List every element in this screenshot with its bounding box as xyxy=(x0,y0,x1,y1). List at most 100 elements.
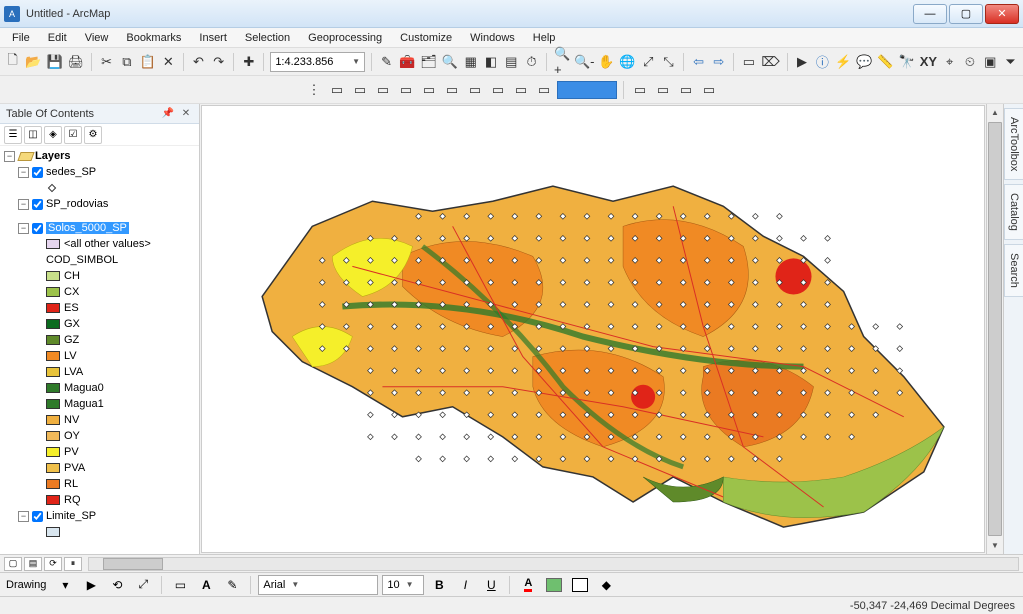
layer-solos-5000-sp[interactable]: − Solos_5000_SP xyxy=(0,220,199,236)
close-icon[interactable]: ✕ xyxy=(179,107,193,121)
collapse-icon[interactable]: − xyxy=(18,199,29,210)
editor-btn-6-icon[interactable]: ▭ xyxy=(442,80,462,100)
layer-symbol-point[interactable] xyxy=(0,180,199,196)
tab-search[interactable]: Search xyxy=(1004,244,1023,297)
fixed-zoom-in-icon[interactable]: ⤢ xyxy=(640,52,657,72)
hscroll-thumb[interactable] xyxy=(103,558,163,570)
legend-class-row[interactable]: LV xyxy=(0,348,199,364)
legend-class-row[interactable]: CX xyxy=(0,284,199,300)
search-icon[interactable]: 🔍 xyxy=(441,52,459,72)
layer-sedes-sp[interactable]: − sedes_SP xyxy=(0,164,199,180)
go-to-xy-icon[interactable]: ⌖ xyxy=(941,52,958,72)
html-popup-icon[interactable]: 💬 xyxy=(855,52,873,72)
legend-class-row[interactable]: RQ xyxy=(0,492,199,508)
font-size-combo[interactable]: 10 ▼ xyxy=(382,575,424,595)
legend-class-row[interactable]: Magua0 xyxy=(0,380,199,396)
toolbox-icon[interactable]: 🧰 xyxy=(398,52,416,72)
legend-class-row[interactable]: RL xyxy=(0,476,199,492)
editor-btn-2-icon[interactable]: ▭ xyxy=(350,80,370,100)
legend-class-row[interactable]: LVA xyxy=(0,364,199,380)
modelbuilder-icon[interactable]: ◧ xyxy=(482,52,499,72)
underline-icon[interactable]: U xyxy=(480,575,502,595)
copy-icon[interactable]: ⧉ xyxy=(118,52,135,72)
editor-btn-12-icon[interactable]: ▭ xyxy=(653,80,673,100)
font-color-icon[interactable]: A xyxy=(517,575,539,595)
pin-icon[interactable]: 📌 xyxy=(161,107,175,121)
menu-windows[interactable]: Windows xyxy=(462,30,523,46)
measure-icon[interactable]: 📏 xyxy=(876,52,894,72)
maximize-button[interactable]: ▢ xyxy=(949,4,983,24)
print-icon[interactable]: 🖨 xyxy=(67,52,86,72)
paste-icon[interactable]: 📋 xyxy=(139,52,157,72)
refresh-icon[interactable]: ⟳ xyxy=(44,557,62,571)
layer-sp-rodovias[interactable]: − SP_rodovias xyxy=(0,196,199,212)
editor-btn-13-icon[interactable]: ▭ xyxy=(676,80,696,100)
layer-checkbox[interactable] xyxy=(32,167,43,178)
legend-class-row[interactable]: PVA xyxy=(0,460,199,476)
collapse-icon[interactable]: − xyxy=(4,151,15,162)
time-slider-icon[interactable]: ⏱ xyxy=(523,52,540,72)
collapse-icon[interactable]: − xyxy=(18,167,29,178)
list-by-selection-icon[interactable]: ☑ xyxy=(64,126,82,144)
list-by-visibility-icon[interactable]: ◈ xyxy=(44,126,62,144)
viewer-icon[interactable]: ▣ xyxy=(982,52,999,72)
layer-checkbox[interactable] xyxy=(32,511,43,522)
legend-class-row[interactable]: NV xyxy=(0,412,199,428)
text-tool-icon[interactable]: A xyxy=(195,575,217,595)
editor-btn-14-icon[interactable]: ▭ xyxy=(699,80,719,100)
editor-toolbar-icon[interactable]: ✎ xyxy=(378,52,395,72)
editor-btn-7-icon[interactable]: ▭ xyxy=(465,80,485,100)
pause-drawing-icon[interactable]: ⏸ xyxy=(64,557,82,571)
next-extent-icon[interactable]: ⇨ xyxy=(710,52,727,72)
line-color-icon[interactable] xyxy=(569,575,591,595)
catalog-icon[interactable]: 🗂 xyxy=(419,52,438,72)
time-icon[interactable]: ⏲ xyxy=(961,52,978,72)
toc-tree[interactable]: − Layers − sedes_SP − SP_rodovias xyxy=(0,146,199,554)
legend-class-row[interactable]: GX xyxy=(0,316,199,332)
all-other-values-row[interactable]: <all other values> xyxy=(0,236,199,252)
zoom-to-selected-icon[interactable]: ⤢ xyxy=(132,575,154,595)
fixed-zoom-out-icon[interactable]: ⤡ xyxy=(660,52,677,72)
menu-insert[interactable]: Insert xyxy=(191,30,235,46)
full-extent-icon[interactable]: 🌐 xyxy=(618,52,636,72)
editor-btn-9-icon[interactable]: ▭ xyxy=(511,80,531,100)
scroll-up-icon[interactable]: ▲ xyxy=(987,104,1003,121)
legend-class-row[interactable]: ES xyxy=(0,300,199,316)
menu-help[interactable]: Help xyxy=(525,30,564,46)
zoom-out-icon[interactable]: 🔍- xyxy=(574,52,594,72)
new-doc-icon[interactable]: 🗋 xyxy=(4,52,21,72)
select-elements-icon[interactable]: ▶ xyxy=(80,575,102,595)
layer-checkbox[interactable] xyxy=(32,199,43,210)
python-icon[interactable]: ▦ xyxy=(462,52,479,72)
chevron-down-icon[interactable]: ⏷ xyxy=(1002,52,1019,72)
collapse-icon[interactable]: − xyxy=(18,511,29,522)
scale-combo[interactable]: 1:4.233.856 ▼ xyxy=(270,52,365,72)
legend-class-row[interactable]: CH xyxy=(0,268,199,284)
find-route-icon[interactable]: XY xyxy=(919,52,938,72)
editor-btn-5-icon[interactable]: ▭ xyxy=(419,80,439,100)
options-icon[interactable]: ⚙ xyxy=(84,126,102,144)
edit-vertices-icon[interactable]: ✎ xyxy=(221,575,243,595)
editor-grip-icon[interactable]: ⋮ xyxy=(304,80,324,100)
marker-color-icon[interactable]: ◆ xyxy=(595,575,617,595)
italic-icon[interactable]: I xyxy=(454,575,476,595)
pan-icon[interactable]: ✋ xyxy=(597,52,615,72)
rotate-icon[interactable]: ⟲ xyxy=(106,575,128,595)
table-icon[interactable]: ▤ xyxy=(503,52,520,72)
list-by-source-icon[interactable]: ◫ xyxy=(24,126,42,144)
editor-target-combo[interactable] xyxy=(557,81,617,99)
menu-file[interactable]: File xyxy=(4,30,38,46)
delete-icon[interactable]: ✕ xyxy=(160,52,177,72)
editor-btn-11-icon[interactable]: ▭ xyxy=(630,80,650,100)
layer-checkbox[interactable] xyxy=(32,223,43,234)
editor-btn-1-icon[interactable]: ▭ xyxy=(327,80,347,100)
scroll-down-icon[interactable]: ▼ xyxy=(987,537,1003,554)
editor-btn-8-icon[interactable]: ▭ xyxy=(488,80,508,100)
hyperlink-icon[interactable]: ⚡ xyxy=(834,52,852,72)
legend-class-row[interactable]: Magua1 xyxy=(0,396,199,412)
minimize-button[interactable]: — xyxy=(913,4,947,24)
menu-geoprocessing[interactable]: Geoprocessing xyxy=(300,30,390,46)
redo-icon[interactable]: ↷ xyxy=(210,52,227,72)
select-features-icon[interactable]: ▭ xyxy=(740,52,757,72)
identify-icon[interactable]: ⓘ xyxy=(814,52,831,72)
